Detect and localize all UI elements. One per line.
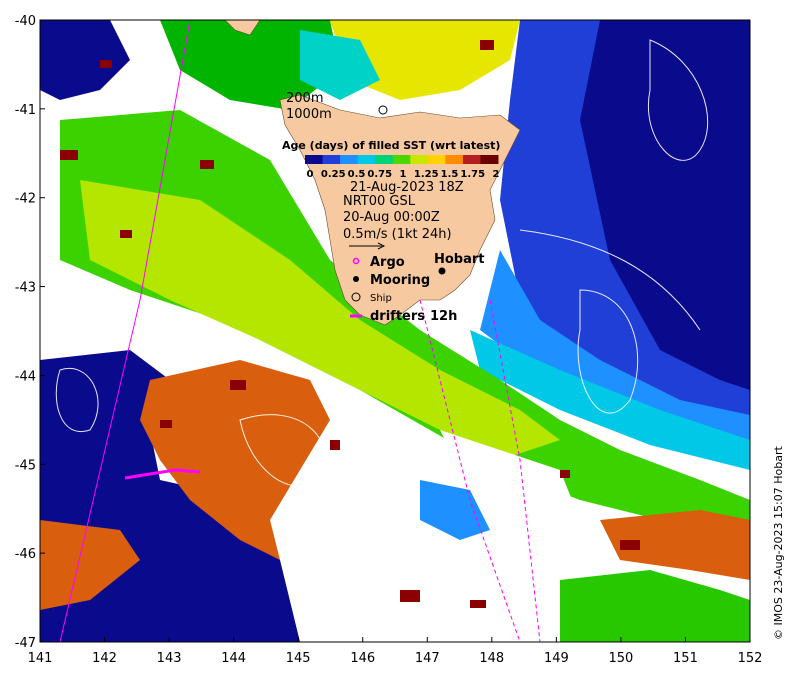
legend-tick-label: 1.5: [441, 169, 459, 180]
mooring-label: Mooring: [370, 273, 430, 288]
legend-swatch: [427, 155, 446, 164]
y-tick-label: -44: [15, 369, 36, 384]
legend-swatch: [410, 155, 429, 164]
legend-swatch: [322, 155, 341, 164]
legend-swatch: [462, 155, 481, 164]
legend-colorbar: [305, 155, 499, 164]
info-time: 20-Aug 00:00Z: [343, 210, 440, 225]
place-label-hobart: Hobart: [434, 252, 485, 267]
x-tick-label: 149: [544, 651, 569, 666]
credit-text: © IMOS 23-Aug-2023 15:07 Hobart: [772, 446, 785, 640]
legend-swatch: [340, 155, 359, 164]
legend-swatch: [480, 155, 499, 164]
info-product: NRT00 GSL: [343, 194, 416, 209]
map-plot-area: [40, 20, 750, 642]
legend-tick-label: 0.5: [348, 169, 366, 180]
y-tick-label: -47: [15, 636, 36, 651]
ship-label: Ship: [370, 293, 392, 304]
drifter-age-label: 12h: [430, 309, 457, 324]
legend-swatch: [357, 155, 376, 164]
legend-swatch: [445, 155, 464, 164]
legend-swatch: [392, 155, 411, 164]
sst-map: 141 142 143 144 145 146 147 148 149 150 151 152 -40…: [15, 14, 763, 666]
x-tick-label: 147: [415, 651, 440, 666]
legend-tick-label: 0.25: [321, 169, 346, 180]
hobart-marker-icon: [438, 267, 446, 275]
legend-ticks: 0 0.25 0.5 0.75 1 1.25 1.5 1.75 2: [307, 169, 500, 180]
argo-label: Argo: [370, 255, 405, 270]
info-scale: 0.5m/s (1kt 24h): [343, 227, 452, 242]
legend-tick-label: 0.75: [367, 169, 392, 180]
x-tick-label: 143: [157, 651, 182, 666]
legend-tick-label: 1.75: [460, 169, 485, 180]
x-tick-label: 150: [608, 651, 633, 666]
y-tick-label: -40: [15, 14, 36, 29]
x-tick-label: 141: [28, 651, 53, 666]
y-tick-label: -42: [15, 192, 36, 207]
x-tick-label: 148: [479, 651, 504, 666]
y-tick-label: -46: [15, 547, 36, 562]
legend-tick-label: 1: [400, 169, 407, 180]
x-tick-label: 146: [350, 651, 375, 666]
info-date: 21-Aug-2023 18Z: [350, 180, 464, 195]
x-tick-label: 152: [738, 651, 763, 666]
legend-tick-label: 1.25: [414, 169, 439, 180]
x-tick-label: 142: [92, 651, 117, 666]
x-tick-label: 151: [673, 651, 698, 666]
legend-swatch: [305, 155, 324, 164]
legend-swatch: [375, 155, 394, 164]
y-tick-label: -43: [15, 281, 36, 296]
drifters-label: drifters: [370, 309, 425, 324]
y-tick-label: -45: [15, 458, 36, 473]
depth-label-200m: 200m: [286, 91, 323, 106]
mooring-symbol-icon: [353, 276, 359, 282]
x-tick-label: 145: [286, 651, 311, 666]
x-tick-label: 144: [221, 651, 246, 666]
depth-label-1000m: 1000m: [286, 107, 332, 122]
y-tick-label: -41: [15, 103, 36, 118]
legend-tick-label: 0: [307, 169, 314, 180]
legend-tick-label: 2: [493, 169, 500, 180]
legend-title: Age (days) of filled SST (wrt latest): [282, 139, 500, 152]
